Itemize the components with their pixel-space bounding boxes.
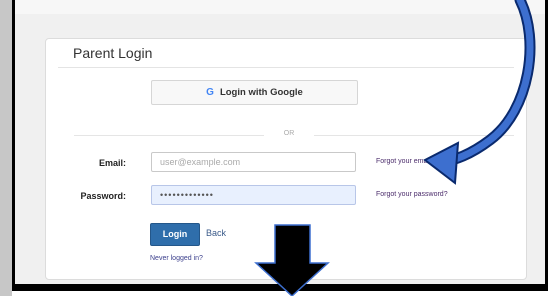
annotation-overlay: [254, 0, 536, 296]
down-arrow-icon: [254, 224, 330, 296]
curved-arrow-head: [423, 141, 460, 185]
curved-arrow-icon: [434, 0, 536, 169]
